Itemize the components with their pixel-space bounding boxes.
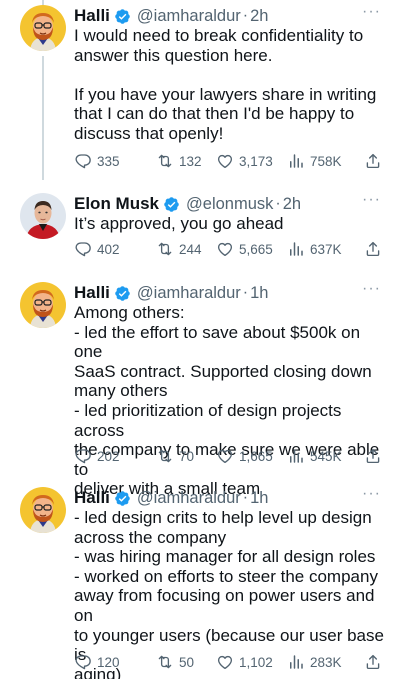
like-icon (216, 447, 234, 465)
separator: · (242, 284, 249, 301)
views-icon (287, 240, 305, 258)
like-button[interactable]: 1,102 (216, 653, 273, 671)
separator: · (275, 195, 281, 212)
timestamp[interactable]: 2h (283, 195, 301, 214)
tweet-header: Elon Musk @elonmusk · 2h ··· (74, 191, 381, 215)
cartoon-avatar-icon[interactable] (20, 5, 66, 51)
views-button[interactable]: 283K (287, 653, 342, 671)
share-button[interactable] (364, 240, 382, 258)
separator: · (242, 489, 249, 506)
like-button[interactable]: 1,665 (216, 447, 273, 465)
reply-button[interactable]: 402 (74, 240, 120, 258)
retweet-icon (156, 152, 174, 170)
share-icon (364, 240, 382, 258)
tweet-text: I would need to break confidentiality to… (74, 26, 377, 143)
share-icon (364, 447, 382, 465)
verified-badge-icon (114, 490, 131, 507)
share-button[interactable] (364, 152, 382, 170)
like-icon (216, 240, 234, 258)
timestamp[interactable]: 1h (250, 489, 268, 508)
more-icon[interactable]: ··· (362, 191, 381, 209)
more-icon[interactable]: ··· (362, 3, 381, 21)
author-name[interactable]: Halli (74, 6, 110, 26)
tweet-header: Halli @iamharaldur · 2h ··· (74, 3, 381, 27)
author-name[interactable]: Elon Musk (74, 194, 159, 214)
photo-avatar-icon[interactable] (20, 193, 66, 239)
verified-badge-icon (114, 8, 131, 25)
retweet-button[interactable]: 132 (156, 152, 202, 170)
like-count: 3,173 (239, 153, 273, 169)
tweet[interactable]: Elon Musk @elonmusk · 2h ··· It’s approv… (0, 191, 401, 265)
verified-badge-icon (114, 285, 131, 302)
share-button[interactable] (364, 653, 382, 671)
tweet-text: Among others: - led the effort to save a… (74, 303, 380, 499)
tweet-actions: 335 132 3,173 758K (74, 152, 384, 172)
more-icon[interactable]: ··· (362, 280, 381, 298)
author-handle[interactable]: @elonmusk (186, 195, 273, 214)
retweet-count: 244 (179, 241, 202, 257)
cartoon-avatar-icon[interactable] (20, 282, 66, 328)
timestamp[interactable]: 2h (250, 7, 268, 26)
reply-button[interactable]: 120 (74, 653, 120, 671)
reply-icon (74, 447, 92, 465)
views-button[interactable]: 758K (287, 152, 342, 170)
separator: · (242, 7, 249, 24)
author-handle[interactable]: @iamharaldur (137, 489, 241, 508)
share-icon (364, 653, 382, 671)
cartoon-avatar-icon[interactable] (20, 487, 66, 533)
reply-count: 120 (97, 654, 120, 670)
like-count: 1,665 (239, 448, 273, 464)
tweet[interactable]: Halli @iamharaldur · 1h ··· Among others… (0, 280, 401, 498)
retweet-count: 50 (179, 654, 195, 670)
author-handle[interactable]: @iamharaldur (137, 284, 241, 303)
tweet-header: Halli @iamharaldur · 1h ··· (74, 280, 381, 304)
tweet-text: It’s approved, you go ahead (74, 214, 284, 233)
timestamp[interactable]: 1h (250, 284, 268, 303)
views-icon (287, 447, 305, 465)
tweet[interactable]: Halli @iamharaldur · 1h ··· - led design… (0, 485, 401, 679)
views-count: 758K (310, 153, 342, 169)
views-count: 545K (310, 448, 342, 464)
like-button[interactable]: 5,665 (216, 240, 273, 258)
views-icon (287, 152, 305, 170)
retweet-count: 132 (179, 153, 202, 169)
verified-badge-icon (163, 196, 180, 213)
share-button[interactable] (364, 447, 382, 465)
tweet-actions: 402 244 5,665 637K (74, 240, 384, 260)
like-button[interactable]: 3,173 (216, 152, 273, 170)
retweet-button[interactable]: 70 (156, 447, 194, 465)
like-count: 1,102 (239, 654, 273, 670)
more-icon[interactable]: ··· (362, 485, 381, 503)
retweet-button[interactable]: 50 (156, 653, 194, 671)
author-name[interactable]: Halli (74, 488, 110, 508)
reply-icon (74, 152, 92, 170)
views-count: 637K (310, 241, 342, 257)
reply-button[interactable]: 202 (74, 447, 120, 465)
reply-count: 202 (97, 448, 120, 464)
retweet-count: 70 (179, 448, 195, 464)
views-count: 283K (310, 654, 342, 670)
views-button[interactable]: 545K (287, 447, 342, 465)
tweet-actions: 120 50 1,102 283K (74, 653, 384, 673)
retweet-button[interactable]: 244 (156, 240, 202, 258)
views-icon (287, 653, 305, 671)
author-name[interactable]: Halli (74, 283, 110, 303)
tweet-header: Halli @iamharaldur · 1h ··· (74, 485, 381, 509)
like-icon (216, 152, 234, 170)
tweet-actions: 202 70 1,665 545K (74, 447, 384, 467)
views-button[interactable]: 637K (287, 240, 342, 258)
share-icon (364, 152, 382, 170)
reply-count: 335 (97, 153, 120, 169)
retweet-icon (156, 653, 174, 671)
reply-icon (74, 240, 92, 258)
reply-count: 402 (97, 241, 120, 257)
retweet-icon (156, 240, 174, 258)
retweet-icon (156, 447, 174, 465)
author-handle[interactable]: @iamharaldur (137, 7, 241, 26)
reply-button[interactable]: 335 (74, 152, 120, 170)
like-count: 5,665 (239, 241, 273, 257)
reply-icon (74, 653, 92, 671)
like-icon (216, 653, 234, 671)
tweet[interactable]: Halli @iamharaldur · 2h ··· I would need… (0, 3, 401, 175)
